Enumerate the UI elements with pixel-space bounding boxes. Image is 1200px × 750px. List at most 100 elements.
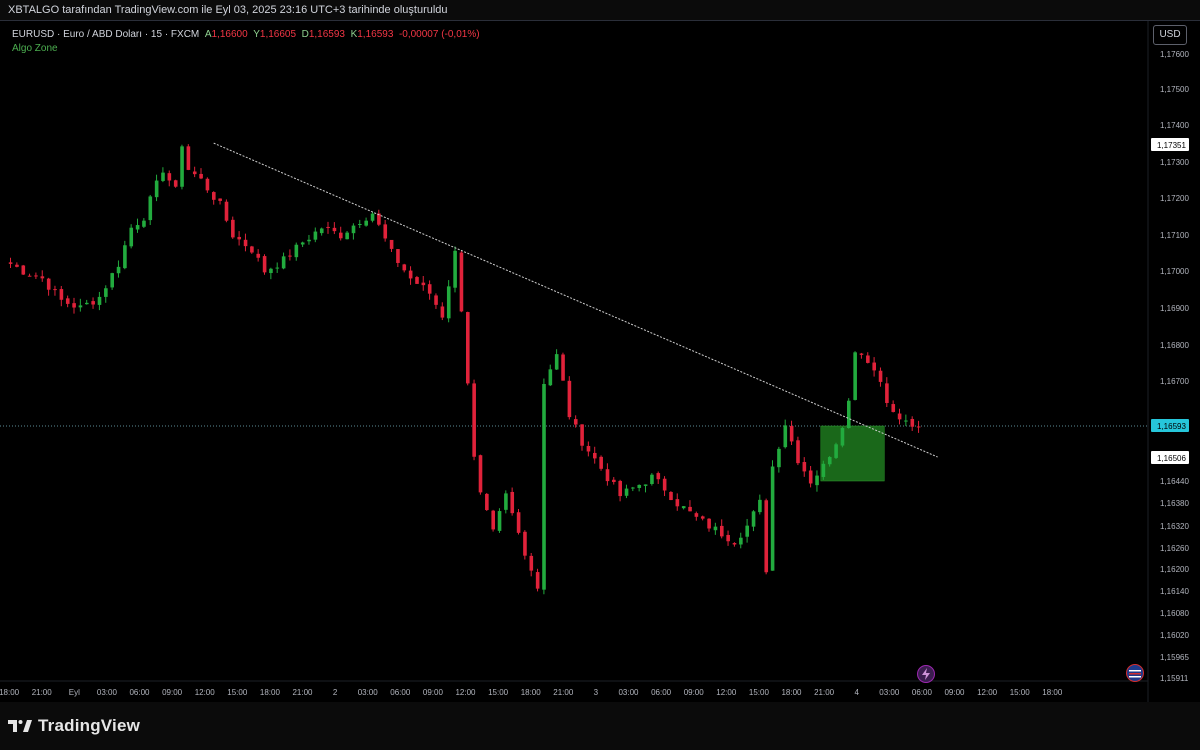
candle-body [8, 262, 13, 264]
candle-body [339, 232, 343, 239]
tradingview-logo[interactable]: TradingView [8, 716, 140, 736]
candle-body [332, 227, 337, 232]
candle-body [326, 226, 330, 228]
y-tick-label: 1,15965 [1160, 653, 1189, 662]
candle-body [548, 369, 553, 386]
x-tick-label: 2 [333, 688, 338, 697]
candle-body [148, 196, 153, 221]
candle-body [65, 298, 70, 304]
tradingview-logo-icon [8, 720, 32, 732]
candle-body [720, 525, 724, 537]
candle-body [110, 273, 114, 288]
candle-body [78, 305, 83, 308]
candle-body [891, 404, 896, 412]
candle-body [821, 463, 826, 477]
y-tick-label: 1,17000 [1160, 267, 1189, 276]
x-tick-label: 15:00 [1010, 688, 1031, 697]
candle-body [21, 265, 26, 275]
y-tick-label: 1,16380 [1160, 499, 1189, 508]
candle-body [364, 220, 368, 226]
candle-body [764, 500, 769, 573]
candle-body [294, 244, 299, 258]
candle-body [904, 420, 908, 422]
candle-body [523, 531, 527, 556]
candle-body [885, 383, 889, 403]
legend-close-value: 1,16593 [357, 29, 394, 40]
y-tick-label: 1,16200 [1160, 565, 1189, 574]
x-tick-label: 18:00 [0, 688, 20, 697]
candle-body [847, 400, 851, 428]
candle-body [567, 380, 572, 418]
lightning-icon[interactable] [917, 665, 935, 683]
candle-body [243, 239, 248, 247]
price-label: 1,16593 [1157, 422, 1186, 431]
legend-symbol[interactable]: EURUSD · Euro / ABD Doları · 15 · FXCM [12, 29, 199, 40]
candle-body [827, 457, 832, 465]
us-flag-icon[interactable] [1126, 664, 1144, 682]
header-bar: XBTALGO tarafından TradingView.com ile E… [0, 0, 1200, 20]
x-tick-label: 09:00 [162, 688, 183, 697]
plot-background [0, 21, 1200, 703]
candle-body [205, 178, 210, 191]
candle-body [358, 223, 362, 225]
candle-body [402, 264, 407, 271]
candle-body [796, 440, 800, 464]
candle-body [656, 473, 661, 480]
candle-body [345, 232, 349, 240]
candle-body [713, 526, 718, 531]
candle-body [840, 427, 845, 446]
chart-area[interactable]: 1,17600 1,17500 1,17400 1,17300 1,17200 1,171… [0, 20, 1200, 703]
candle-body [154, 180, 159, 198]
y-tick-label: 1,17600 [1160, 50, 1189, 59]
candle-body [173, 180, 178, 187]
algo-zone-box [820, 425, 885, 482]
candle-body [167, 173, 172, 181]
candle-body [669, 491, 673, 501]
candlestick-chart[interactable]: 1,17600 1,17500 1,17400 1,17300 1,17200 1,171… [0, 21, 1200, 703]
y-tick-label: 1,15911 [1160, 674, 1189, 683]
x-tick-label: 09:00 [944, 688, 965, 697]
y-tick-label: 1,17500 [1160, 85, 1189, 94]
candle-body [370, 213, 375, 221]
legend-low-value: 1,16593 [308, 29, 345, 40]
x-tick-label: 12:00 [977, 688, 998, 697]
candle-body [624, 488, 629, 496]
candle-body [351, 225, 356, 234]
legend-low-label: D [301, 29, 309, 40]
x-tick-label: 21:00 [292, 688, 313, 697]
price-label: 1,16506 [1157, 454, 1186, 463]
x-tick-label: 06:00 [129, 688, 150, 697]
x-tick-label: 15:00 [488, 688, 509, 697]
candle-body [751, 511, 756, 527]
currency-button[interactable]: USD [1153, 25, 1187, 45]
candle-body [802, 462, 807, 472]
candle-body [866, 355, 870, 363]
candle-body [726, 534, 730, 542]
candle-body [605, 469, 610, 482]
x-tick-label: 18:00 [781, 688, 802, 697]
x-tick-label: 21:00 [32, 688, 53, 697]
candle-body [269, 268, 273, 274]
candle-body [237, 236, 241, 240]
x-tick-label: 18:00 [260, 688, 281, 697]
candle-body [472, 383, 476, 457]
candle-body [434, 295, 438, 305]
x-tick-label: 06:00 [390, 688, 411, 697]
candle-body [745, 525, 749, 537]
x-tick-label: 4 [854, 688, 859, 697]
candle-body [491, 510, 495, 530]
candle-body [485, 493, 489, 511]
indicator-name[interactable]: Algo Zone [12, 42, 480, 56]
legend-symbol-row: EURUSD · Euro / ABD Doları · 15 · FXCM A… [12, 28, 480, 42]
candle-body [700, 516, 705, 519]
candle-body [478, 455, 483, 493]
candle-body [192, 171, 197, 175]
candle-body [770, 466, 775, 571]
candle-body [453, 250, 457, 288]
candle-body [599, 456, 603, 469]
candle-body [466, 312, 470, 384]
candle-body [573, 419, 578, 425]
candle-body [554, 354, 559, 370]
candle-body [256, 253, 261, 258]
y-tick-label: 1,16140 [1160, 587, 1189, 596]
